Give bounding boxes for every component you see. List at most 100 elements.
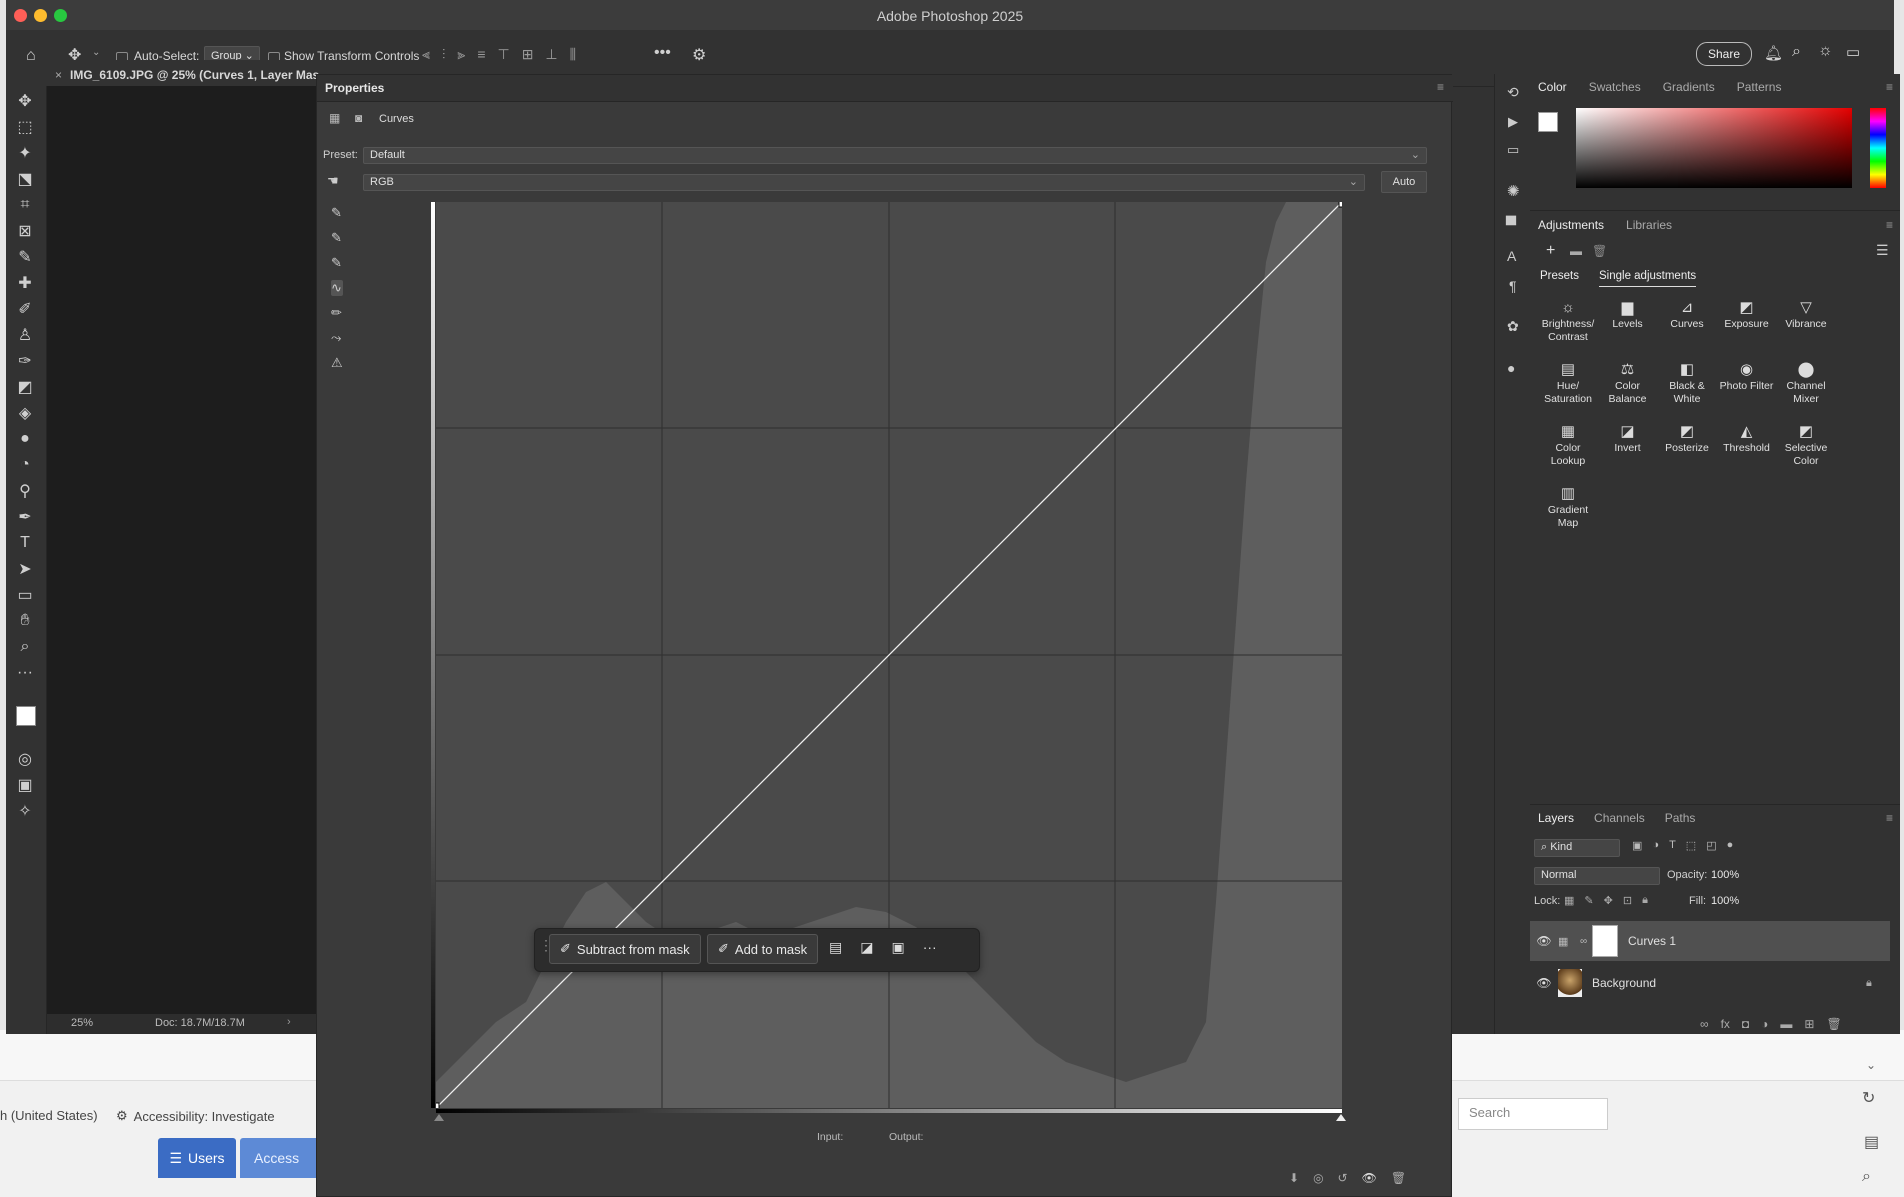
discover-icon[interactable]: ☼ [1818,42,1833,60]
eye-icon[interactable]: 👁︎ [1530,976,1558,990]
panel-menu-icon[interactable]: ≡ [1437,80,1444,94]
black-point-handle[interactable] [436,1102,440,1108]
more-options-icon[interactable]: ••• [654,44,671,62]
filter-toggle-icon[interactable]: ● [1727,839,1734,852]
tab-channels[interactable]: Channels [1594,811,1645,825]
add-mask-icon[interactable]: ◘ [1742,1017,1749,1031]
subtract-from-mask-button[interactable]: ✐ Subtract from mask [549,934,701,964]
hue-slider[interactable] [1870,108,1886,188]
quick-select-tool-icon[interactable]: ⬔ [14,168,36,190]
browser-search-input[interactable]: Search [1458,1098,1608,1130]
foreground-color-swatch[interactable] [1538,112,1558,132]
tab-layers[interactable]: Layers [1538,811,1574,825]
adjustment-channel-mixer[interactable]: ⬤ Channel Mixer [1776,358,1836,406]
crop-tool-icon[interactable]: ⌗ [14,194,36,216]
adjustment-vibrance[interactable]: ▽ Vibrance [1776,296,1836,331]
clipping-warning-icon[interactable]: ⚠ [331,355,343,371]
align-right-icon[interactable]: ⫸ [457,46,465,63]
lock-transparent-icon[interactable]: ▦ [1564,894,1574,907]
black-point-eyedropper-icon[interactable]: ✎ [331,205,343,221]
tab-patterns[interactable]: Patterns [1737,80,1782,94]
quick-mask-icon[interactable]: ◎ [14,748,36,770]
lock-position-icon[interactable]: ✥ [1604,894,1613,907]
move-tool-icon[interactable]: ✥ [14,90,36,112]
home-icon[interactable]: ⌂ [26,47,36,65]
adjustment-threshold[interactable]: ◭ Threshold [1717,420,1777,455]
gray-point-eyedropper-icon[interactable]: ✎ [331,230,343,246]
object-select-tool-icon[interactable]: ✦ [14,142,36,164]
healing-brush-tool-icon[interactable]: ✚ [14,272,36,294]
color-picker-field[interactable] [1576,108,1852,188]
adjustment-filter-icon[interactable]: ◑ [1652,839,1659,852]
paragraph-icon[interactable]: ¶ [1509,278,1517,294]
chevron-down-icon[interactable]: ⌄ [92,47,100,58]
brushes-icon[interactable]: ✿ [1507,318,1519,335]
adjustment-posterize[interactable]: ◩ Posterize [1657,420,1717,455]
align-center-icon[interactable]: ⫶ [442,46,446,63]
reset-icon[interactable]: ↺ [1338,1171,1348,1185]
align-left-icon[interactable]: ⫷ [422,46,430,63]
chevron-down-icon[interactable]: ⌄ [1866,1058,1876,1072]
align-bottom-icon[interactable]: ⊥ [545,46,557,63]
panel-menu-icon[interactable]: ≡ [1886,218,1893,232]
access-tab[interactable]: Access [240,1138,320,1178]
black-input-slider[interactable] [434,1114,444,1121]
mask-icon[interactable]: ◙ [355,111,362,125]
on-image-adjust-icon[interactable]: ☚ [327,173,339,189]
group-folder-icon[interactable]: ▬ [1780,1017,1792,1031]
trash-icon[interactable]: 🗑︎ [1592,244,1607,258]
lock-pixels-icon[interactable]: ✎ [1584,894,1593,907]
search-icon[interactable]: ⌕ [1792,43,1801,61]
workspace-icon[interactable]: ▭ [1846,43,1860,61]
align-top-icon[interactable]: ⊤ [497,46,509,63]
pixel-filter-icon[interactable]: ▣ [1632,839,1642,852]
document-icon[interactable]: ▤ [1864,1132,1879,1152]
tab-color[interactable]: Color [1538,80,1567,94]
pencil-icon[interactable]: ✏ [331,305,343,321]
tab-swatches[interactable]: Swatches [1589,80,1641,94]
align-middle-icon[interactable]: ⊞ [522,46,534,63]
blur-tool-icon[interactable]: ● [14,428,36,450]
adjustment-color-balance[interactable]: ⚖ Color Balance [1598,358,1658,406]
fill-value[interactable]: 100% [1711,895,1739,907]
blend-mode-dropdown[interactable]: Normal [1534,867,1660,885]
auto-button[interactable]: Auto [1381,171,1427,193]
adjustment-invert[interactable]: ◪ Invert [1598,420,1658,455]
layer-row[interactable]: 👁︎ Background 🔒︎ [1530,963,1890,1003]
brightness-panel-icon[interactable]: ✺ [1507,182,1520,200]
opacity-value[interactable]: 100% [1711,869,1739,881]
adjustment-selective-color[interactable]: ◩ Selective Color [1776,420,1836,468]
foreground-color-swatch[interactable] [16,706,36,726]
refresh-icon[interactable]: ↻ [1862,1088,1875,1108]
link-layers-icon[interactable]: ∞ [1700,1017,1709,1031]
comment-icon[interactable]: ▭ [1507,142,1519,158]
adjustment-levels[interactable]: ▆ Levels [1598,296,1658,331]
marquee-tool-icon[interactable]: ⬚ [14,116,36,138]
distribute-vertical-icon[interactable]: ⫼ [570,46,576,63]
zoom-icon[interactable]: ⌕ [1862,1168,1871,1186]
clone-stamp-tool-icon[interactable]: ♙ [14,324,36,346]
document-canvas[interactable] [47,86,319,1034]
adjustment-hue-saturation[interactable]: ▤ Hue/Saturation [1538,358,1598,406]
folder-icon[interactable]: ▬ [1570,244,1582,258]
tab-gradients[interactable]: Gradients [1663,80,1715,94]
type-tool-icon[interactable]: T [14,532,36,554]
character-icon[interactable]: A [1507,248,1516,264]
accessibility-link[interactable]: ⚙ Accessibility: Investigate [116,1108,275,1124]
adjustment-exposure[interactable]: ◩ Exposure [1717,296,1777,331]
screen-mode-icon[interactable]: ▣ [14,774,36,796]
smart-object-filter-icon[interactable]: ◰ [1706,839,1716,852]
clip-to-layer-icon[interactable]: ⬇ [1289,1171,1299,1185]
adjustment-photo-filter[interactable]: ◉ Photo Filter [1717,358,1777,393]
channel-dropdown[interactable]: RGB ⌄ [363,174,1365,191]
add-to-mask-button[interactable]: ✐ Add to mask [707,934,819,964]
panel-menu-icon[interactable]: ≡ [1886,811,1893,825]
shape-filter-icon[interactable]: ⬚ [1686,839,1696,852]
eye-icon[interactable]: 👁︎ [1530,934,1558,948]
invert-mask-icon[interactable]: ◪ [860,939,873,956]
zoom-tool-icon[interactable]: ⌕ [14,636,36,658]
list-view-icon[interactable]: ☰ [1876,242,1889,259]
adjustment-gradient-map[interactable]: ▥ Gradient Map [1538,482,1598,530]
eyedropper-tool-icon[interactable]: ✎ [14,246,36,268]
curves-adjustment-icon[interactable]: ▦ [329,111,340,125]
